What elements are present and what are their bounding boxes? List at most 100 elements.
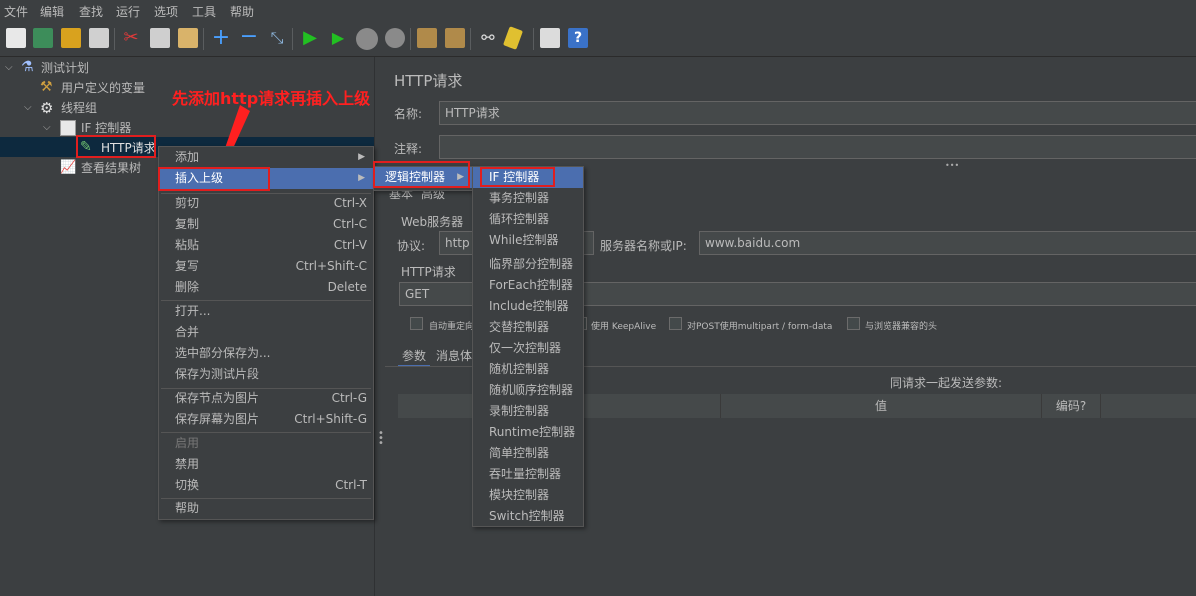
protocol-label: 协议: <box>397 239 426 253</box>
copy-icon[interactable] <box>150 28 170 48</box>
toggle-icon[interactable]: ⤡ <box>267 28 287 48</box>
menu-item-critical-section-controller[interactable]: 临界部分控制器 <box>473 254 583 275</box>
stop-icon[interactable] <box>356 28 378 50</box>
http-request-heading: HTTP请求 <box>401 265 456 279</box>
menu-item-once-only-controller[interactable]: 仅一次控制器 <box>473 338 583 359</box>
reset-search-icon[interactable] <box>503 26 523 50</box>
column-encode-header[interactable]: 编码? <box>1042 394 1101 418</box>
save-icon[interactable] <box>89 28 109 48</box>
menu-item-help[interactable]: 帮助 <box>159 498 373 519</box>
cut-icon[interactable]: ✂ <box>121 28 141 48</box>
tab-params[interactable]: 参数 <box>402 347 426 364</box>
browser-headers-checkbox[interactable] <box>847 317 860 330</box>
menu-item-copy[interactable]: 复制 Ctrl-C <box>159 214 373 235</box>
comment-field[interactable] <box>439 135 1196 159</box>
menu-item-toggle[interactable]: 切换 Ctrl-T <box>159 475 373 496</box>
collapse-icon[interactable]: − <box>239 26 259 48</box>
paste-icon[interactable] <box>178 28 198 48</box>
menu-item-add[interactable]: 添加 ▶ <box>159 147 373 168</box>
menu-options[interactable]: 选项 <box>154 3 178 20</box>
tree-item-view-results[interactable]: 查看结果树 <box>81 158 141 178</box>
chevron-down-icon[interactable]: ⌵ <box>5 62 13 73</box>
menu-file[interactable]: 文件 <box>4 3 28 20</box>
menu-item-include-controller[interactable]: Include控制器 <box>473 296 583 317</box>
menu-help[interactable]: 帮助 <box>230 3 254 20</box>
chevron-down-icon[interactable]: ⌵ <box>24 102 32 113</box>
flask-icon: ⚗ <box>21 59 34 75</box>
multipart-checkbox[interactable] <box>669 317 682 330</box>
highlight-box-logic-controller <box>373 161 470 188</box>
menu-item-runtime-controller[interactable]: Runtime控制器 <box>473 422 583 443</box>
controller-icon <box>60 120 76 136</box>
column-extra-header[interactable] <box>1101 394 1196 418</box>
clear-all-icon[interactable] <box>445 28 465 48</box>
divider-handle[interactable]: ••• <box>945 161 959 170</box>
panel-title: HTTP请求 <box>394 72 463 90</box>
menu-item-save-selection[interactable]: 选中部分保存为... <box>159 343 373 364</box>
start-no-pause-icon[interactable]: ▶ <box>328 28 348 48</box>
function-helper-icon[interactable] <box>540 28 560 48</box>
menu-item-simple-controller[interactable]: 简单控制器 <box>473 443 583 464</box>
clear-icon[interactable] <box>417 28 437 48</box>
menu-item-open[interactable]: 打开... <box>159 301 373 322</box>
auto-redirect-label: 自动重定向 <box>429 322 475 332</box>
menu-item-delete[interactable]: 删除 Delete <box>159 277 373 298</box>
menu-item-save-screen-image[interactable]: 保存屏幕为图片 Ctrl+Shift-G <box>159 409 373 430</box>
menu-item-save-fragment[interactable]: 保存为测试片段 <box>159 364 373 385</box>
multipart-label: 对POST使用multipart / form-data <box>687 322 833 332</box>
menu-item-merge[interactable]: 合并 <box>159 322 373 343</box>
menu-edit[interactable]: 编辑 <box>40 3 64 20</box>
auto-redirect-checkbox[interactable] <box>410 317 423 330</box>
menu-item-cut[interactable]: 剪切 Ctrl-X <box>159 193 373 214</box>
menu-tools[interactable]: 工具 <box>192 3 216 20</box>
menu-item-transaction-controller[interactable]: 事务控制器 <box>473 188 583 209</box>
menu-item-random-controller[interactable]: 随机控制器 <box>473 359 583 380</box>
tree-item-test-plan[interactable]: 测试计划 <box>41 58 89 78</box>
tab-body[interactable]: 消息体 <box>436 347 472 364</box>
menu-run[interactable]: 运行 <box>116 3 140 20</box>
menu-item-enable: 启用 <box>175 436 200 450</box>
templates-icon[interactable] <box>33 28 53 48</box>
expand-icon[interactable]: + <box>211 27 231 49</box>
browser-headers-label: 与浏览器兼容的头 <box>865 322 938 332</box>
server-field[interactable]: www.baidu.com <box>699 231 1196 255</box>
tree-item-user-variables[interactable]: 用户定义的变量 <box>61 78 145 98</box>
menu-bar: 文件 编辑 查找 运行 选项 工具 帮助 <box>0 0 1196 22</box>
highlight-box-http-request <box>76 135 156 158</box>
menu-item-disable[interactable]: 禁用 <box>159 454 373 475</box>
highlight-box-if-controller <box>480 167 555 187</box>
menu-item-throughput-controller[interactable]: 吞吐量控制器 <box>473 464 583 485</box>
column-value-header[interactable]: 值 <box>721 394 1042 418</box>
menu-item-save-node-image[interactable]: 保存节点为图片 Ctrl-G <box>159 388 373 409</box>
menu-item-interleave-controller[interactable]: 交替控制器 <box>473 317 583 338</box>
menu-item-switch-controller[interactable]: Switch控制器 <box>473 506 583 527</box>
new-icon[interactable] <box>6 28 26 48</box>
menu-item-recording-controller[interactable]: 录制控制器 <box>473 401 583 422</box>
chevron-down-icon[interactable]: ⌵ <box>43 122 51 133</box>
send-params-label: 同请求一起发送参数: <box>890 376 1003 390</box>
name-label: 名称: <box>394 107 423 121</box>
menu-item-loop-controller[interactable]: 循环控制器 <box>473 209 583 230</box>
menu-item-while-controller[interactable]: While控制器 <box>473 230 583 251</box>
chart-icon: 📈 <box>60 160 77 175</box>
tree-item-thread-group[interactable]: 线程组 <box>61 98 97 118</box>
web-server-heading: Web服务器 <box>401 215 464 229</box>
wrench-icon: ⚒ <box>40 79 53 95</box>
chevron-right-icon: ▶ <box>358 152 365 162</box>
menu-item-module-controller[interactable]: 模块控制器 <box>473 485 583 506</box>
open-icon[interactable] <box>61 28 81 48</box>
help-icon[interactable]: ? <box>568 28 588 48</box>
shutdown-icon[interactable] <box>385 28 405 48</box>
menu-item-paste[interactable]: 粘贴 Ctrl-V <box>159 235 373 256</box>
menu-item-foreach-controller[interactable]: ForEach控制器 <box>473 275 583 296</box>
menu-search[interactable]: 查找 <box>79 3 103 20</box>
chevron-right-icon: ▶ <box>358 173 365 183</box>
menu-item-duplicate[interactable]: 复写 Ctrl+Shift-C <box>159 256 373 277</box>
search-icon[interactable]: ⚯ <box>478 28 498 48</box>
toolbar: ✂ + − ⤡ ▶ ▶ ⚯ ? <box>0 22 1196 57</box>
name-field[interactable]: HTTP请求 <box>439 101 1196 125</box>
comment-label: 注释: <box>394 142 423 156</box>
context-menu: 添加 ▶ 插入上级 ▶ 剪切 Ctrl-X 复制 Ctrl-C 粘贴 Ctrl-V 复写 C… <box>158 146 374 520</box>
start-icon[interactable]: ▶ <box>300 28 320 48</box>
menu-item-random-order-controller[interactable]: 随机顺序控制器 <box>473 380 583 401</box>
